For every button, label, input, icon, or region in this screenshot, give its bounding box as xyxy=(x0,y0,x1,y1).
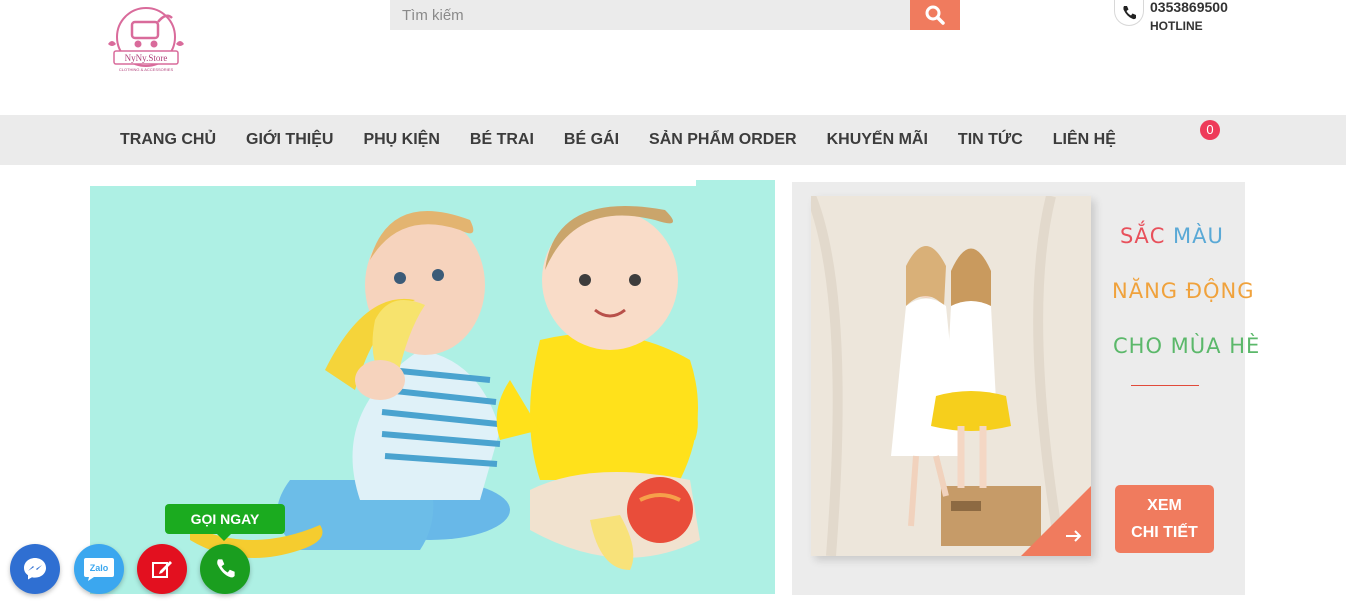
nav-item-about[interactable]: GIỚI THIỆU xyxy=(231,115,348,165)
view-details-button[interactable]: XEM CHI TIẾT xyxy=(1115,485,1214,553)
store-logo[interactable]: NyNy.Store CLOTHING & ACCESSORIES xyxy=(100,4,192,78)
zalo-icon: Zalo xyxy=(84,558,114,581)
cart-button[interactable]: 0 xyxy=(1200,120,1222,142)
call-now-button[interactable] xyxy=(200,544,250,594)
promo-headline-1: SẮC MÀU xyxy=(1120,224,1224,248)
nav-item-home[interactable]: TRANG CHỦ xyxy=(105,115,231,165)
main-nav: TRANG CHỦ GIỚI THIỆU PHỤ KIỆN BÉ TRAI BÉ… xyxy=(0,115,1346,165)
message-form-button[interactable] xyxy=(137,544,187,594)
nav-item-order-products[interactable]: SẢN PHẨM ORDER xyxy=(634,115,812,165)
phone-icon xyxy=(217,559,235,578)
promo-headline-3: CHO MÙA HÈ xyxy=(1113,334,1261,358)
nav-item-contact[interactable]: LIÊN HỆ xyxy=(1038,115,1131,165)
messenger-icon xyxy=(24,558,46,580)
logo-text: NyNy.Store xyxy=(125,53,168,63)
cart-count-badge: 0 xyxy=(1200,120,1220,140)
hotline-number[interactable]: 0353869500 xyxy=(1150,0,1228,15)
nav-item-boys[interactable]: BÉ TRAI xyxy=(455,115,549,165)
promo-headline-2: NĂNG ĐỘNG xyxy=(1112,279,1255,303)
search-bar xyxy=(390,0,960,30)
search-button[interactable] xyxy=(910,0,960,30)
hotline[interactable]: 0353869500 HOTLINE xyxy=(1114,0,1228,33)
promo-photo[interactable] xyxy=(811,196,1091,556)
promo-panel: SẮC MÀU NĂNG ĐỘNG CHO MÙA HÈ XEM CHI TIẾ… xyxy=(792,182,1259,595)
nav-item-news[interactable]: TIN TỨC xyxy=(943,115,1038,165)
zalo-button[interactable]: Zalo xyxy=(74,544,124,594)
nav-item-girls[interactable]: BÉ GÁI xyxy=(549,115,634,165)
phone-icon xyxy=(1114,0,1144,26)
nav-item-accessories[interactable]: PHỤ KIỆN xyxy=(348,115,454,165)
search-icon xyxy=(925,5,945,25)
logo-tagline: CLOTHING & ACCESSORIES xyxy=(119,67,174,72)
hotline-label: HOTLINE xyxy=(1150,19,1203,33)
page: NyNy.Store CLOTHING & ACCESSORIES 035386… xyxy=(0,0,1346,603)
messenger-button[interactable] xyxy=(10,544,60,594)
view-details-label-2: CHI TIẾT xyxy=(1131,524,1198,541)
view-details-label-1: XEM xyxy=(1147,497,1182,514)
nav-item-promotions[interactable]: KHUYẾN MÃI xyxy=(812,115,943,165)
edit-icon xyxy=(152,561,172,578)
call-now-label[interactable]: GỌI NGAY xyxy=(165,504,285,541)
search-input[interactable] xyxy=(390,0,910,30)
zalo-text: Zalo xyxy=(90,563,109,573)
promo-divider xyxy=(1131,385,1199,386)
